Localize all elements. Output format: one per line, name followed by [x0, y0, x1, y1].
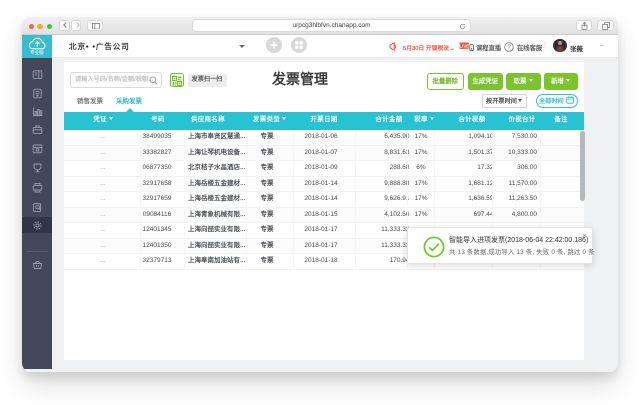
- svg-text:LIVE: LIVE: [459, 43, 469, 48]
- svg-text:?: ?: [507, 45, 511, 51]
